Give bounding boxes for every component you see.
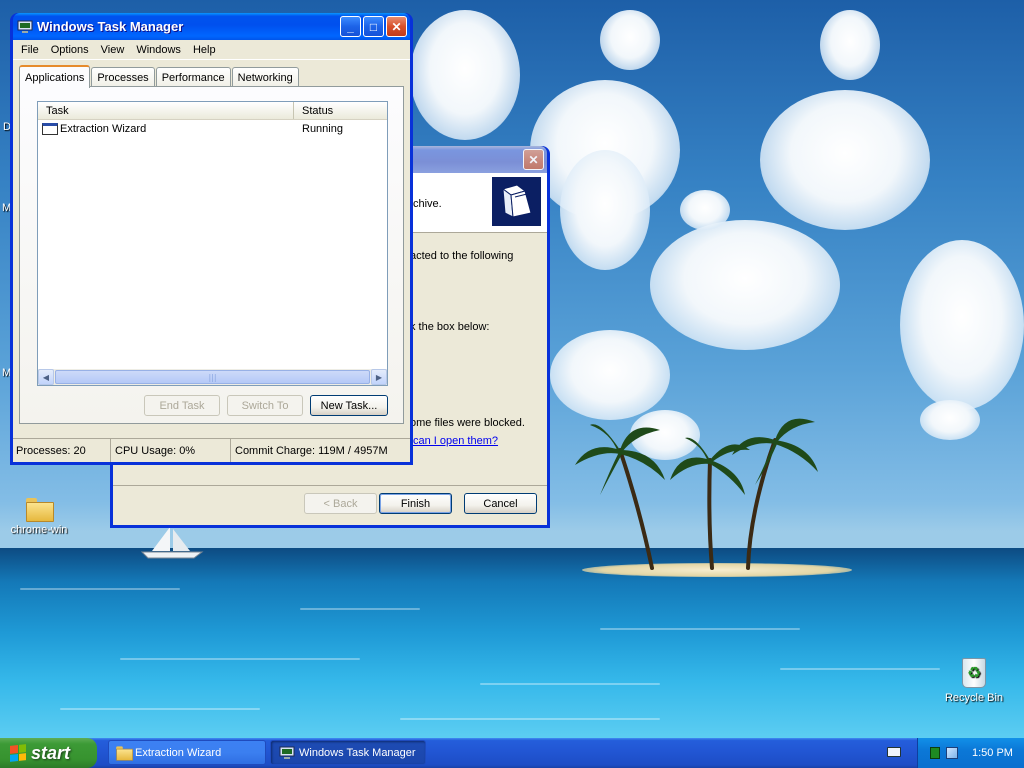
horizontal-scrollbar[interactable]: ◀ ||| ▶ (38, 369, 387, 385)
recycle-bin-icon: ♻ (962, 658, 986, 688)
clock[interactable]: 1:50 PM (972, 747, 1013, 759)
system-tray: 1:50 PM (917, 738, 1024, 768)
switch-to-button[interactable]: Switch To (227, 395, 303, 416)
finish-button[interactable]: Finish (379, 493, 452, 514)
table-row[interactable]: Extraction Wizard Running (38, 120, 387, 137)
cloud (680, 190, 730, 230)
status-cpu-usage: CPU Usage: 0% (111, 439, 231, 462)
cloud (920, 400, 980, 440)
task-status: Running (302, 122, 343, 135)
tab-performance[interactable]: Performance (155, 67, 231, 87)
tab-strip: Applications Processes Performance Netwo… (19, 65, 300, 88)
wizard-header-text: chive. (413, 198, 442, 210)
sailboat (140, 527, 204, 559)
desktop-icon-label: chrome-win (10, 524, 68, 536)
tab-processes[interactable]: Processes (91, 67, 155, 87)
back-button[interactable]: < Back (304, 493, 377, 514)
end-task-button[interactable]: End Task (144, 395, 220, 416)
wizard-text-line: acted to the following (410, 250, 514, 262)
palm-trees (575, 418, 818, 570)
task-name: Extraction Wizard (60, 122, 147, 135)
column-header-status[interactable]: Status (294, 102, 387, 119)
maximize-icon: □ (369, 19, 378, 34)
cloud (560, 150, 650, 270)
folder-icon (116, 745, 134, 761)
menu-file[interactable]: File (15, 44, 45, 56)
taskbar: start Extraction Wizard Windows Task Man… (0, 738, 1024, 768)
blocked-files-help-link[interactable]: can I open them? (413, 435, 498, 447)
taskbar-button-task-manager[interactable]: Windows Task Manager (270, 740, 426, 765)
menu-options[interactable]: Options (45, 44, 95, 56)
menu-view[interactable]: View (95, 44, 131, 56)
scrollbar-thumb[interactable]: ||| (55, 370, 370, 384)
cloud (550, 330, 670, 420)
network-icon[interactable] (946, 747, 958, 759)
task-list[interactable]: Task Status Extraction Wizard Running ◀ … (37, 101, 388, 386)
taskbar-button-label: Windows Task Manager (299, 746, 416, 759)
close-icon: ✕ (391, 19, 402, 34)
cloud (900, 240, 1024, 410)
start-label: start (31, 742, 71, 763)
desktop-icon-chrome-win[interactable]: chrome-win (0, 498, 78, 536)
wizard-close-button[interactable]: ✕ (523, 149, 544, 170)
minimize-button[interactable]: _ (340, 16, 361, 37)
status-bar: Processes: 20 CPU Usage: 0% Commit Charg… (13, 438, 410, 462)
folder-icon (26, 498, 54, 522)
applications-panel: Task Status Extraction Wizard Running ◀ … (19, 86, 404, 424)
taskbar-button-extraction-wizard[interactable]: Extraction Wizard (108, 740, 266, 765)
task-manager-titlebar[interactable]: Windows Task Manager _ □ ✕ (13, 13, 410, 40)
cloud (820, 10, 880, 80)
status-commit-charge: Commit Charge: 119M / 4957M (235, 444, 388, 457)
scroll-right-icon[interactable]: ▶ (371, 369, 387, 385)
taskbar-button-label: Extraction Wizard (135, 746, 222, 759)
cpu-meter-icon[interactable] (930, 747, 940, 759)
application-window-icon (42, 122, 58, 135)
wizard-text-line: ome files were blocked. (410, 417, 525, 429)
menu-bar: File Options View Windows Help (13, 40, 410, 60)
task-manager-title: Windows Task Manager (37, 19, 184, 34)
cloud (410, 10, 520, 140)
sea (0, 548, 1024, 738)
desktop-icon-label: Recycle Bin (944, 692, 1004, 704)
cancel-button[interactable]: Cancel (464, 493, 537, 514)
windows-logo-icon (10, 744, 26, 762)
cloud (650, 220, 840, 350)
task-list-header: Task Status (38, 102, 387, 120)
close-button[interactable]: ✕ (386, 16, 407, 37)
cloud (600, 10, 660, 70)
menu-help[interactable]: Help (187, 44, 222, 56)
task-manager-icon (17, 20, 33, 33)
status-processes: Processes: 20 (13, 439, 111, 462)
column-header-task[interactable]: Task (38, 102, 294, 119)
divider (113, 485, 547, 486)
desktop-icon-recycle-bin[interactable]: ♻ Recycle Bin (935, 658, 1013, 704)
cloud (760, 90, 930, 230)
maximize-button[interactable]: □ (363, 16, 384, 37)
scroll-left-icon[interactable]: ◀ (38, 369, 54, 385)
close-icon: ✕ (528, 152, 539, 167)
wizard-text-line: k the box below: (410, 321, 490, 333)
new-task-button[interactable]: New Task... (310, 395, 388, 416)
menu-windows[interactable]: Windows (130, 44, 187, 56)
minimize-icon: _ (347, 19, 354, 34)
task-manager-window[interactable]: Windows Task Manager _ □ ✕ File Options … (10, 13, 413, 465)
start-button[interactable]: start (0, 738, 97, 768)
tab-networking[interactable]: Networking (231, 67, 299, 87)
folders-icon (492, 177, 541, 226)
keyboard-icon[interactable] (887, 747, 901, 757)
tab-applications[interactable]: Applications (19, 65, 91, 88)
task-manager-icon (279, 746, 295, 759)
